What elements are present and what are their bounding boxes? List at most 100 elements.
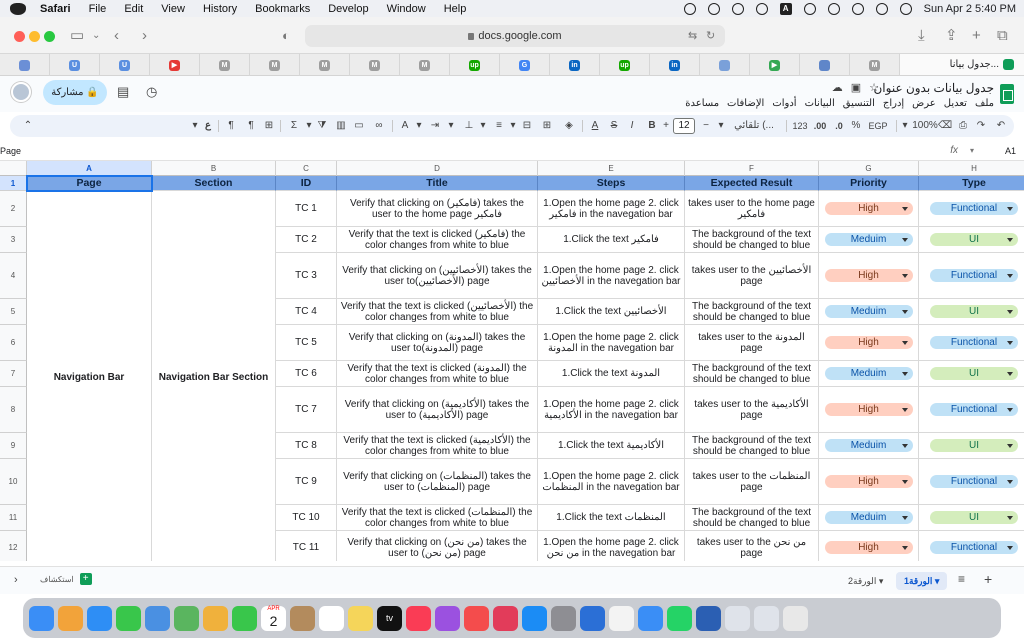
apple-icon[interactable] <box>10 2 26 15</box>
add-sheet-icon[interactable]: + <box>984 571 992 587</box>
redo-icon[interactable]: ↷ <box>974 118 988 134</box>
text-color-icon[interactable]: A <box>588 118 602 134</box>
contacts-icon[interactable] <box>290 605 315 631</box>
decrease-decimal-button[interactable]: .0 <box>832 118 846 134</box>
priority-chip[interactable]: High <box>824 202 913 215</box>
notes-icon[interactable] <box>348 605 373 631</box>
expected-cell[interactable]: takes user to the المدونة page <box>685 325 819 361</box>
comment-icon[interactable]: ▤ <box>117 85 131 99</box>
type-cell[interactable]: Functional <box>919 253 1024 299</box>
mail-icon[interactable] <box>145 605 170 631</box>
col-header-g[interactable]: G <box>819 161 919 176</box>
dropdown-caret-icon[interactable] <box>901 238 908 242</box>
filter-icon[interactable]: ⧩ <box>316 118 328 134</box>
type-chip[interactable]: Functional <box>930 541 1018 554</box>
text-direction-ltr-icon[interactable]: ¶ <box>244 118 258 134</box>
row-header[interactable]: 1 <box>0 176 27 191</box>
priority-cell[interactable]: Meduim <box>819 227 919 253</box>
id-cell[interactable]: TC 1 <box>276 191 337 227</box>
dropdown-caret-icon[interactable] <box>901 546 908 550</box>
dropdown-caret-icon[interactable] <box>1007 207 1013 211</box>
row-header[interactable]: 5 <box>0 299 27 325</box>
dropdown-caret-icon[interactable] <box>1007 238 1013 242</box>
bluetooth-icon[interactable] <box>803 2 816 15</box>
col-header-e[interactable]: E <box>538 161 685 176</box>
row-header[interactable]: 10 <box>0 459 27 505</box>
id-cell[interactable]: TC 11 <box>276 531 337 561</box>
priority-cell[interactable]: Meduim <box>819 505 919 531</box>
id-cell[interactable]: TC 3 <box>276 253 337 299</box>
expected-cell[interactable]: The background of the text should be cha… <box>685 505 819 531</box>
title-cell[interactable]: Verify that clicking on (الأخصائيين) tak… <box>337 253 538 299</box>
move-folder-icon[interactable]: ▣ <box>851 81 861 94</box>
downloads-icon[interactable]: ⤓ <box>918 26 925 46</box>
chevron-down-icon[interactable]: ▾ <box>190 118 200 134</box>
menu-help[interactable]: Help <box>444 3 467 15</box>
id-cell[interactable]: TC 2 <box>276 227 337 253</box>
text-direction-rtl-icon[interactable]: ¶ <box>224 118 238 134</box>
document-title[interactable]: جدول بيانات بدون عنوان <box>873 81 994 95</box>
creative-cloud-icon[interactable] <box>493 605 518 631</box>
finder-icon[interactable] <box>29 605 54 631</box>
dropdown-caret-icon[interactable] <box>1007 546 1013 550</box>
dropdown-caret-icon[interactable] <box>901 480 908 484</box>
dropdown-caret-icon[interactable] <box>901 516 908 520</box>
trash-icon[interactable] <box>783 605 808 631</box>
header-cell[interactable]: Title <box>337 176 538 191</box>
sheets-menu-item[interactable]: إدراج <box>883 98 904 109</box>
search-icon[interactable] <box>851 2 864 15</box>
sheets-menu-item[interactable]: تعديل <box>944 98 967 109</box>
currency-button[interactable]: EGP <box>866 118 890 134</box>
sidebar-toggle-icon[interactable]: ▭ <box>70 26 84 46</box>
menu-edit[interactable]: Edit <box>124 3 143 15</box>
header-cell[interactable]: Page <box>27 176 152 191</box>
type-chip[interactable]: Functional <box>930 269 1018 282</box>
messages-icon[interactable] <box>116 605 141 631</box>
chrome-status-icon[interactable] <box>683 2 696 15</box>
chevron-down-icon[interactable]: ▾ <box>716 118 726 134</box>
menu-file[interactable]: File <box>89 3 107 15</box>
all-sheets-icon[interactable]: ≡ <box>958 572 965 586</box>
row-header[interactable]: 6 <box>0 325 27 361</box>
files-icon[interactable] <box>725 605 750 631</box>
chevron-right-icon[interactable]: › <box>14 574 18 586</box>
expected-cell[interactable]: takes user to the home page فامكير <box>685 191 819 227</box>
new-tab-icon[interactable]: + <box>972 26 981 46</box>
share-icon[interactable]: ⇪ <box>945 26 958 46</box>
sheets-menu-item[interactable]: أدوات <box>772 98 796 109</box>
type-cell[interactable]: UI <box>919 361 1024 387</box>
explore-button[interactable]: استكشاف + <box>40 573 92 585</box>
header-cell[interactable]: Expected Result <box>685 176 819 191</box>
header-cell[interactable]: Type <box>919 176 1024 191</box>
chevron-down-icon[interactable]: ⌄ <box>92 26 100 46</box>
insert-special-icon[interactable]: ⊞ <box>262 118 276 134</box>
dropdown-caret-icon[interactable] <box>1007 310 1013 314</box>
expected-cell[interactable]: takes user to the الأكاديمية page <box>685 387 819 433</box>
steps-cell[interactable]: 1.Click the text الأخصائيين <box>538 299 685 325</box>
id-cell[interactable]: TC 5 <box>276 325 337 361</box>
steps-cell[interactable]: 1.Open the home page 2. click من نحن in … <box>538 531 685 561</box>
header-cell[interactable]: Section <box>152 176 276 191</box>
id-cell[interactable]: TC 10 <box>276 505 337 531</box>
row-header[interactable]: 12 <box>0 531 27 561</box>
pinned-tab[interactable]: in <box>650 54 700 76</box>
tab-sheet1[interactable]: الورقة1 ▾ <box>896 572 948 590</box>
type-cell[interactable]: Functional <box>919 531 1024 561</box>
finder2-icon[interactable] <box>638 605 663 631</box>
pinned-tab[interactable]: ▶ <box>150 54 200 76</box>
type-chip[interactable]: UI <box>930 511 1018 524</box>
expected-cell[interactable]: The background of the text should be cha… <box>685 227 819 253</box>
col-header-h[interactable]: H <box>919 161 1024 176</box>
pinned-tab[interactable]: M <box>300 54 350 76</box>
back-icon[interactable]: ‹ <box>114 26 119 46</box>
text-rotation-icon[interactable]: A <box>398 118 412 134</box>
dropdown-caret-icon[interactable] <box>901 207 908 211</box>
reload-icon[interactable]: ↻ <box>706 26 715 46</box>
italic-button[interactable]: I <box>626 118 638 134</box>
steps-cell[interactable]: 1.Click the text فامكير <box>538 227 685 253</box>
priority-chip[interactable]: High <box>824 475 913 488</box>
safari-icon[interactable] <box>87 605 112 631</box>
col-header-f[interactable]: F <box>685 161 819 176</box>
type-cell[interactable]: UI <box>919 227 1024 253</box>
dropdown-caret-icon[interactable] <box>1007 341 1013 345</box>
